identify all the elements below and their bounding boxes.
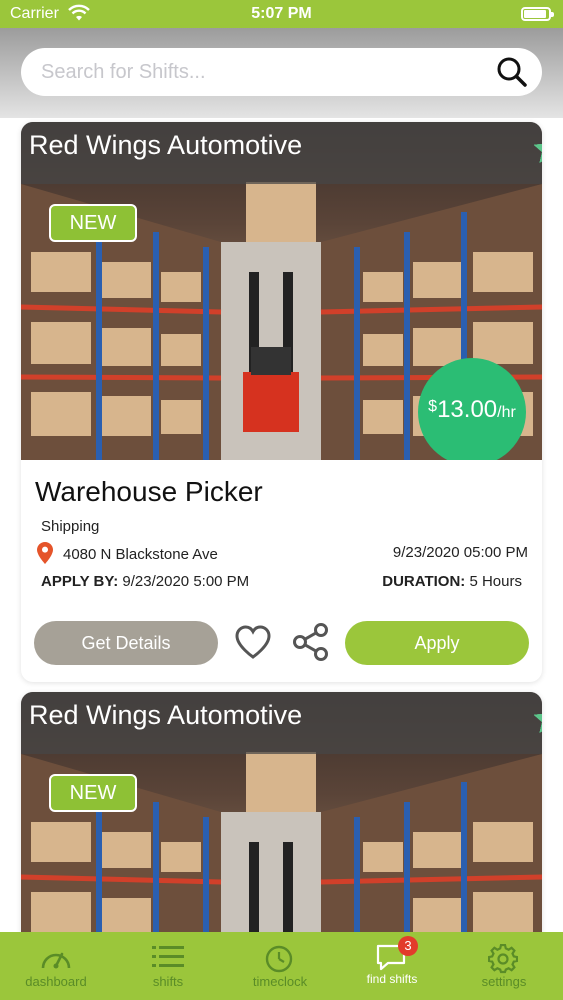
shift-list[interactable]: Red Wings Automotive NEW $13.00/hr Wareh…: [0, 118, 563, 932]
list-icon: [152, 946, 184, 967]
tab-dashboard[interactable]: dashboard: [0, 932, 112, 1000]
tab-shifts[interactable]: shifts: [112, 932, 224, 1000]
battery-icon: [521, 7, 554, 21]
company-name: Red Wings Automotive: [29, 700, 303, 730]
pay-unit: /hr: [497, 404, 516, 421]
tab-timeclock[interactable]: timeclock: [224, 932, 336, 1000]
get-details-button[interactable]: Get Details: [34, 621, 218, 665]
apply-by: APPLY BY: 9/23/2020 5:00 PM: [41, 573, 249, 590]
warehouse-photo: Red Wings Automotive NEW: [21, 692, 542, 932]
share-icon[interactable]: [292, 622, 330, 662]
location-pin-icon: [37, 542, 53, 564]
status-bar: Carrier 5:07 PM: [0, 0, 563, 28]
tab-bar: dashboard shifts timeclock 3 find shifts: [0, 932, 563, 1000]
tab-label: shifts: [152, 974, 184, 989]
company-name: Red Wings Automotive: [29, 130, 303, 160]
gauge-icon: [41, 952, 71, 969]
apply-button[interactable]: Apply: [345, 621, 529, 665]
job-title: Warehouse Picker: [35, 476, 263, 507]
duration-label: DURATION:: [382, 573, 466, 590]
new-badge: NEW: [49, 204, 137, 242]
header: [0, 28, 563, 118]
gear-icon: [488, 944, 518, 974]
star-icon: [534, 714, 542, 733]
new-badge: NEW: [49, 774, 137, 812]
status-time: 5:07 PM: [251, 5, 312, 22]
duration-value: 5 Hours: [469, 573, 522, 590]
duration: DURATION: 5 Hours: [382, 573, 522, 590]
tab-label: settings: [481, 974, 527, 989]
shift-card[interactable]: Red Wings Automotive NEW: [21, 692, 542, 932]
shift-card[interactable]: Red Wings Automotive NEW $13.00/hr Wareh…: [21, 122, 542, 682]
job-category: Shipping: [41, 518, 100, 535]
pay-amount: 13.00: [437, 396, 498, 423]
tab-label: find shifts: [366, 972, 418, 986]
pay-rate-badge: $13.00/hr: [418, 358, 526, 460]
tab-find-shifts[interactable]: 3 find shifts: [336, 932, 448, 1000]
star-icon: [534, 144, 542, 163]
tab-label: timeclock: [252, 974, 308, 989]
notification-badge: 3: [398, 936, 418, 956]
search-input[interactable]: [41, 56, 481, 88]
job-address: 4080 N Blackstone Ave: [63, 546, 218, 563]
warehouse-photo: Red Wings Automotive NEW $13.00/hr: [21, 122, 542, 460]
shift-datetime: 9/23/2020 05:00 PM: [392, 544, 528, 561]
tab-label: dashboard: [25, 974, 87, 989]
search-bar: [21, 48, 542, 96]
clock-icon: [265, 945, 293, 973]
pay-currency: $: [428, 398, 438, 415]
tab-settings[interactable]: settings: [448, 932, 560, 1000]
search-icon[interactable]: [496, 56, 528, 88]
apply-by-label: APPLY BY:: [41, 573, 119, 590]
heart-icon[interactable]: [233, 622, 273, 662]
apply-by-value: 9/23/2020 5:00 PM: [122, 573, 250, 590]
